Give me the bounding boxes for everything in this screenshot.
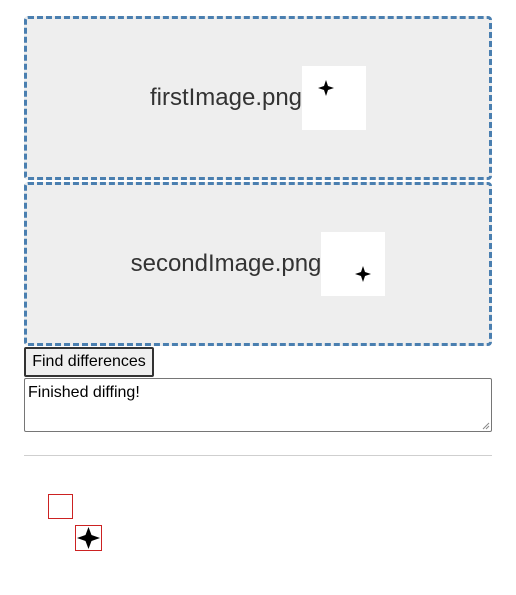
image-diff-page: firstImage.png secondImage.png Find diff… bbox=[0, 0, 516, 595]
diff-region-box bbox=[75, 525, 102, 551]
diff-region-box bbox=[48, 494, 73, 519]
second-image-filename: secondImage.png bbox=[130, 250, 322, 277]
sparkle-icon bbox=[318, 80, 335, 96]
divider bbox=[24, 455, 492, 456]
find-differences-button[interactable]: Find differences bbox=[24, 347, 154, 377]
status-textarea[interactable]: Finished diffing! bbox=[24, 378, 492, 432]
second-image-dropzone[interactable]: secondImage.png bbox=[24, 182, 492, 346]
status-text: Finished diffing! bbox=[28, 384, 140, 401]
resize-grip-icon[interactable] bbox=[481, 421, 490, 430]
first-image-filename: firstImage.png bbox=[149, 84, 303, 111]
first-image-thumbnail bbox=[302, 66, 367, 130]
first-image-dropzone[interactable]: firstImage.png bbox=[24, 16, 492, 180]
diff-sparkle-icon bbox=[77, 527, 100, 549]
sparkle-icon bbox=[355, 266, 372, 282]
second-image-thumbnail bbox=[321, 232, 386, 296]
